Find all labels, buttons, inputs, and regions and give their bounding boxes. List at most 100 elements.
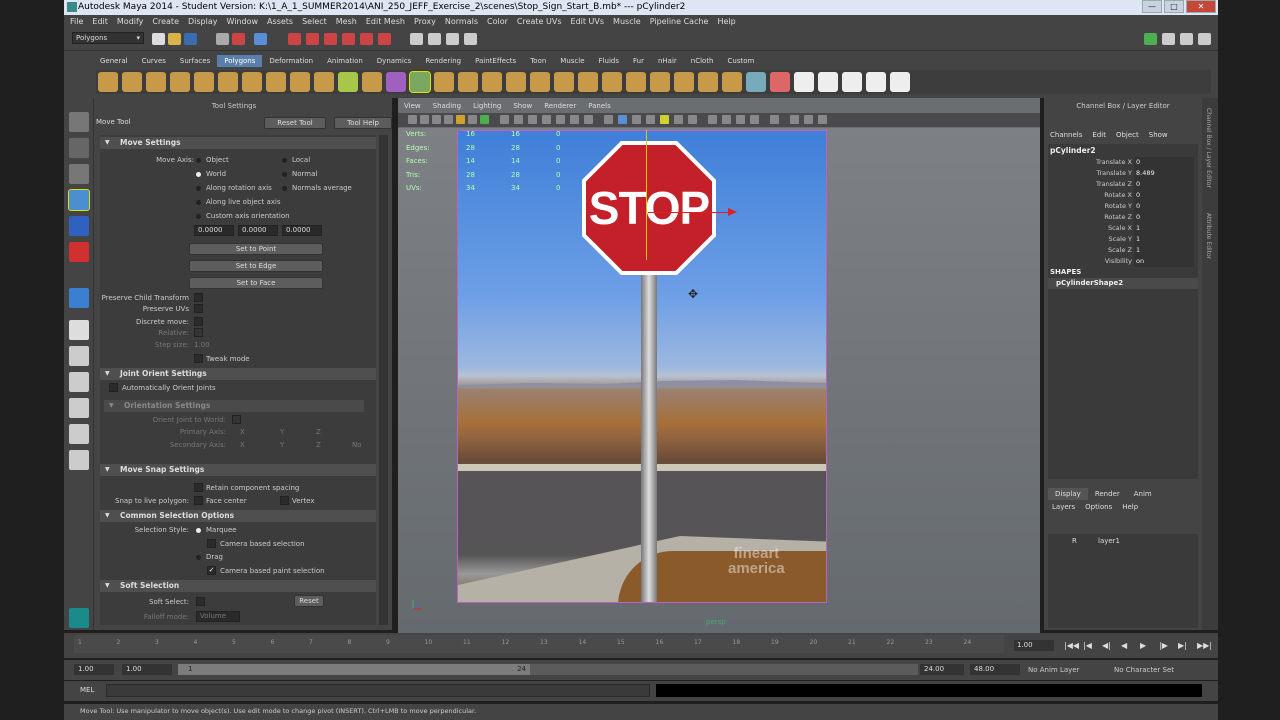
reduce-icon[interactable] bbox=[770, 72, 790, 92]
axis-live-object-radio[interactable] bbox=[196, 200, 201, 205]
frame-all-icon[interactable] bbox=[818, 115, 827, 124]
menu-set-select[interactable]: Polygons ▾ bbox=[72, 32, 144, 44]
move-manipulator-y[interactable] bbox=[646, 130, 647, 260]
soft-select-checkbox[interactable] bbox=[196, 597, 205, 606]
set-to-face-button[interactable]: Set to Face bbox=[189, 277, 323, 289]
grid-icon[interactable] bbox=[480, 115, 489, 124]
set-to-point-button[interactable]: Set to Point bbox=[189, 243, 323, 255]
shelf-tab-muscle[interactable]: Muscle bbox=[553, 55, 591, 67]
primary-axis-z[interactable]: Z bbox=[316, 427, 321, 437]
reset-tool-button[interactable]: Reset Tool bbox=[264, 117, 326, 129]
toggle-attribute-editor-icon[interactable] bbox=[1162, 33, 1175, 45]
playback-button[interactable]: |◀ bbox=[1083, 641, 1092, 650]
menu-modify[interactable]: Modify bbox=[117, 15, 144, 29]
select-component-icon[interactable] bbox=[254, 33, 267, 45]
menu-help[interactable]: Help bbox=[717, 15, 735, 29]
tool-settings-scrollbar[interactable] bbox=[379, 135, 388, 625]
drag-radio[interactable] bbox=[196, 555, 201, 560]
channel-box-side-tab[interactable]: Channel Box / Layer Editor bbox=[1205, 108, 1212, 188]
viewport-menu-renderer[interactable]: Renderer bbox=[544, 100, 576, 112]
bookmark-icon[interactable] bbox=[432, 115, 441, 124]
secondary-axis-none[interactable]: No bbox=[352, 440, 362, 450]
discrete-move-checkbox[interactable] bbox=[194, 317, 203, 326]
shelf-tab-custom[interactable]: Custom bbox=[721, 55, 762, 67]
view-cube-icon[interactable] bbox=[804, 115, 813, 124]
layer-menu-options[interactable]: Options bbox=[1085, 503, 1112, 511]
menu-muscle[interactable]: Muscle bbox=[613, 15, 641, 29]
toggle-tool-settings-icon[interactable] bbox=[1180, 33, 1193, 45]
layer-row[interactable]: R layer1 bbox=[1050, 536, 1196, 547]
channel-attribute-value[interactable]: 0 bbox=[1134, 157, 1194, 168]
shadows-icon[interactable] bbox=[660, 115, 669, 124]
falloff-mode-select[interactable]: Volume bbox=[196, 611, 240, 622]
single-perspective-layout-icon[interactable] bbox=[69, 320, 89, 340]
range-handle[interactable]: 1 24 bbox=[178, 664, 530, 675]
playback-button[interactable]: |◀◀ bbox=[1064, 641, 1079, 650]
viewport-menu-show[interactable]: Show bbox=[513, 100, 532, 112]
move-manipulator-x-arrow[interactable] bbox=[728, 208, 737, 216]
marquee-radio[interactable] bbox=[196, 528, 201, 533]
last-tool-icon[interactable] bbox=[69, 288, 89, 308]
layer-menu-layers[interactable]: Layers bbox=[1052, 503, 1075, 511]
extract-icon[interactable] bbox=[362, 72, 382, 92]
axis-local-radio[interactable] bbox=[282, 158, 287, 163]
channel-menu-channels[interactable]: Channels bbox=[1050, 131, 1082, 139]
shelf-tab-curves[interactable]: Curves bbox=[135, 55, 173, 67]
layer-tab-anim[interactable]: Anim bbox=[1127, 488, 1159, 500]
menu-color[interactable]: Color bbox=[487, 15, 508, 29]
secondary-axis-y[interactable]: Y bbox=[280, 440, 284, 450]
channel-attribute-value[interactable]: 8.489 bbox=[1134, 168, 1194, 179]
shelf-tab-animation[interactable]: Animation bbox=[320, 55, 370, 67]
playback-button[interactable]: ◀ bbox=[1121, 641, 1127, 650]
soft-reset-button[interactable]: Reset bbox=[294, 595, 324, 607]
make-live-icon[interactable] bbox=[360, 33, 373, 45]
extract-face-icon[interactable] bbox=[722, 72, 742, 92]
channel-attribute-row[interactable]: Rotate Y0 bbox=[1048, 201, 1198, 212]
vertex-checkbox[interactable] bbox=[280, 496, 289, 505]
mel-label[interactable]: MEL bbox=[80, 686, 94, 694]
tool-help-button[interactable]: Tool Help bbox=[334, 117, 392, 129]
save-scene-icon[interactable] bbox=[184, 33, 197, 45]
shelf-tab-general[interactable]: General bbox=[93, 55, 135, 67]
character-set-select[interactable]: No Character Set bbox=[1114, 665, 1174, 675]
outliner-layout-icon[interactable] bbox=[69, 372, 89, 392]
channel-attribute-value[interactable]: on bbox=[1134, 256, 1194, 267]
open-scene-icon[interactable] bbox=[168, 33, 181, 45]
channel-attribute-value[interactable]: 1 bbox=[1134, 245, 1194, 256]
joint-orient-header[interactable]: Joint Orient Settings bbox=[100, 368, 376, 380]
overscan-icon[interactable] bbox=[584, 115, 593, 124]
shelf-tab-polygons[interactable]: Polygons bbox=[217, 55, 263, 67]
scale-tool-icon[interactable] bbox=[69, 242, 89, 262]
channel-attribute-value[interactable]: 0 bbox=[1134, 179, 1194, 190]
motion-blur-icon[interactable] bbox=[688, 115, 697, 124]
merge-icon[interactable] bbox=[626, 72, 646, 92]
channel-attribute-value[interactable]: 0 bbox=[1134, 190, 1194, 201]
menu-pipeline-cache[interactable]: Pipeline Cache bbox=[650, 15, 709, 29]
playback-start-field[interactable]: 1.00 bbox=[122, 664, 172, 675]
axis-rotation-radio[interactable] bbox=[196, 186, 201, 191]
anim-layer-select[interactable]: No Anim Layer bbox=[1028, 665, 1079, 675]
maximize-button[interactable]: □ bbox=[1164, 0, 1184, 13]
use-all-lights-icon[interactable] bbox=[646, 115, 655, 124]
layer-menu-help[interactable]: Help bbox=[1122, 503, 1138, 511]
time-slider[interactable]: 1 2 3 4 5 6 7 8 9 10 11 12 13 14 15 16 17 18 19 20 21 22 23 24 … bbox=[64, 633, 1218, 658]
camera-attributes-icon[interactable] bbox=[420, 115, 429, 124]
snap-grid-icon[interactable] bbox=[288, 33, 301, 45]
playback-button[interactable]: ▶| bbox=[1178, 641, 1187, 650]
move-snap-header[interactable]: Move Snap Settings bbox=[100, 464, 376, 476]
menu-proxy[interactable]: Proxy bbox=[414, 15, 436, 29]
poly-cube-icon[interactable] bbox=[122, 72, 142, 92]
mel-input[interactable] bbox=[106, 684, 650, 697]
channel-attribute-row[interactable]: Rotate X0 bbox=[1048, 190, 1198, 201]
bevel-icon[interactable] bbox=[530, 72, 550, 92]
orientation-settings-header[interactable]: Orientation Settings bbox=[104, 400, 364, 412]
graph-layout-icon[interactable] bbox=[69, 398, 89, 418]
poly-cylinder-icon[interactable] bbox=[146, 72, 166, 92]
move-manipulator-x[interactable] bbox=[648, 212, 728, 213]
safe-title-icon[interactable] bbox=[570, 115, 579, 124]
duplicate-face-icon[interactable] bbox=[698, 72, 718, 92]
menu-edit-mesh[interactable]: Edit Mesh bbox=[366, 15, 405, 29]
primary-axis-y[interactable]: Y bbox=[280, 427, 284, 437]
menu-create-uvs[interactable]: Create UVs bbox=[517, 15, 562, 29]
auto-orient-checkbox[interactable] bbox=[109, 383, 118, 392]
